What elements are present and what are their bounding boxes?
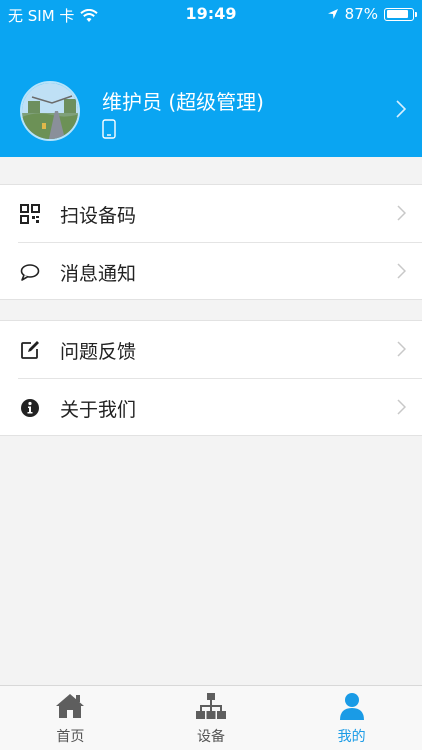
menu-group-secondary: 问题反馈 关于我们 xyxy=(0,320,422,436)
location-arrow-icon xyxy=(327,9,338,19)
menu-item-about[interactable]: 关于我们 xyxy=(18,378,422,435)
qrcode-icon xyxy=(20,204,40,224)
user-name: 维护员 (超级管理) xyxy=(102,90,264,114)
tab-devices[interactable]: 设备 xyxy=(141,686,282,750)
network-icon xyxy=(196,693,226,719)
tab-home[interactable]: 首页 xyxy=(0,686,141,750)
chevron-right-icon xyxy=(397,399,406,415)
tab-bar: 首页 设备 我的 xyxy=(0,685,422,750)
menu-group-primary: 扫设备码 消息通知 xyxy=(0,184,422,300)
menu-item-feedback[interactable]: 问题反馈 xyxy=(0,321,422,378)
info-icon xyxy=(21,399,39,417)
chevron-right-icon xyxy=(396,100,406,118)
tab-label: 首页 xyxy=(56,729,85,745)
home-icon xyxy=(56,694,85,718)
chevron-right-icon xyxy=(397,263,406,279)
profile-header: 无 SIM 卡 19:49 87% 维护员 (超级管理) xyxy=(0,0,422,157)
battery-percent: 87% xyxy=(344,5,378,23)
chevron-right-icon xyxy=(397,341,406,357)
menu-item-label: 扫设备码 xyxy=(60,205,137,227)
avatar[interactable] xyxy=(20,81,80,141)
edit-icon xyxy=(21,341,39,359)
user-icon xyxy=(339,693,364,720)
menu-item-label: 问题反馈 xyxy=(60,341,137,363)
status-bar: 无 SIM 卡 19:49 87% xyxy=(0,0,422,28)
chat-bubble-icon xyxy=(20,264,40,281)
menu-item-label: 关于我们 xyxy=(60,399,137,421)
tab-mine[interactable]: 我的 xyxy=(281,686,422,750)
chevron-right-icon xyxy=(397,205,406,221)
menu-item-scan[interactable]: 扫设备码 xyxy=(0,185,422,242)
status-right-group: 87% xyxy=(327,5,417,23)
profile-row[interactable]: 维护员 (超级管理) xyxy=(0,74,422,150)
phone-icon xyxy=(102,119,116,139)
menu-item-notifications[interactable]: 消息通知 xyxy=(18,242,422,299)
menu-item-label: 消息通知 xyxy=(60,263,137,285)
tab-label: 设备 xyxy=(197,729,225,745)
battery-icon xyxy=(384,7,417,21)
tab-label: 我的 xyxy=(337,729,366,745)
